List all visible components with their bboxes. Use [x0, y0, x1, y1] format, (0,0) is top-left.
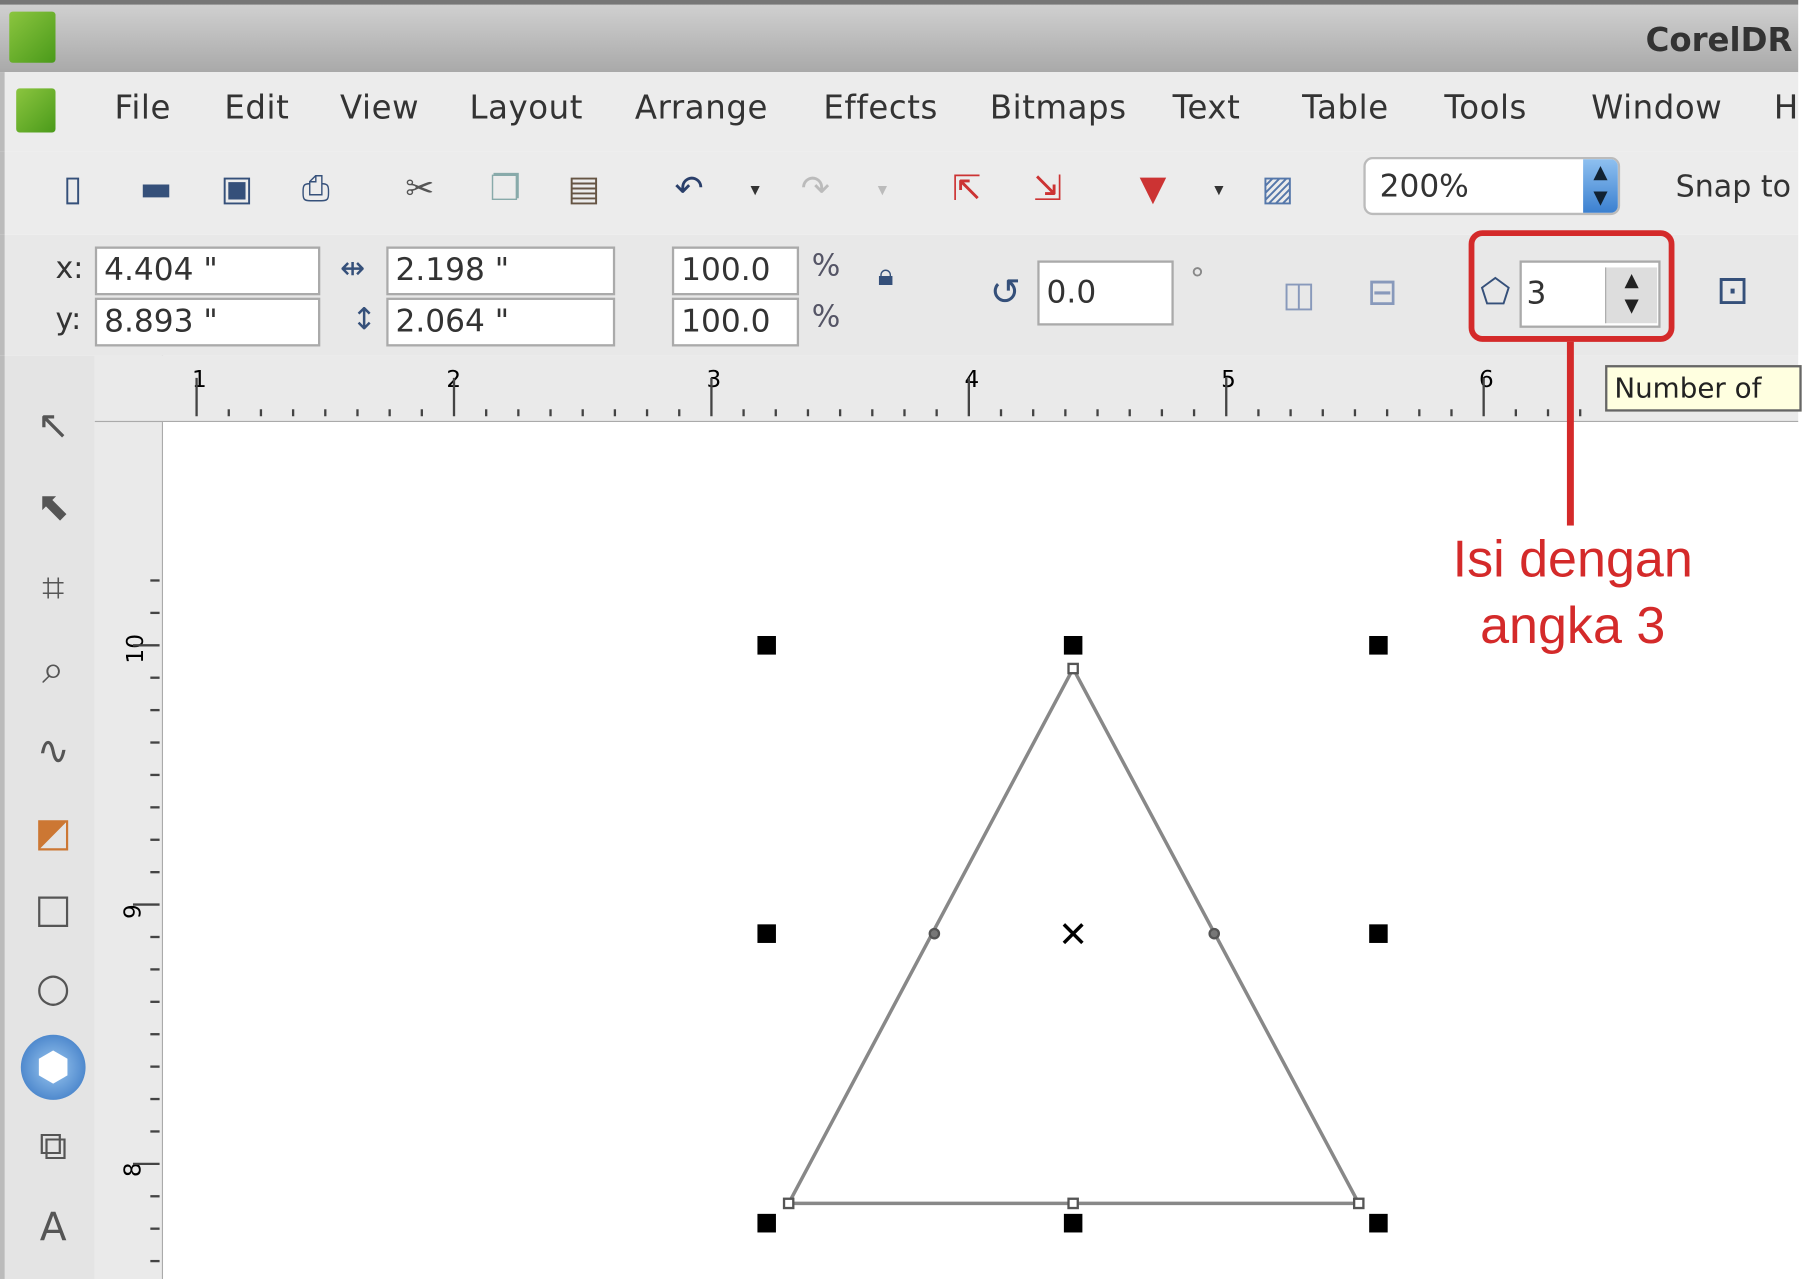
tooltip: Number of [1605, 365, 1802, 412]
node[interactable] [1067, 1197, 1079, 1210]
handle-bottom-right[interactable] [1369, 1213, 1388, 1233]
handle-top[interactable] [1063, 635, 1083, 655]
center-marker-icon [1062, 923, 1084, 945]
callout-line-2: angka 3 [1480, 595, 1666, 655]
node[interactable] [928, 927, 941, 940]
callout-line-1: Isi dengan [1452, 529, 1693, 589]
handle-left[interactable] [757, 924, 776, 943]
callout-highlight-box [1468, 230, 1675, 342]
handle-top-left[interactable] [757, 635, 776, 655]
node[interactable] [782, 1197, 795, 1210]
node[interactable] [1352, 1197, 1365, 1210]
node[interactable] [1208, 927, 1221, 940]
callout-line [1566, 341, 1574, 526]
callout-annotation: Isi dengan angka 3 [1411, 526, 1735, 659]
handle-bottom-left[interactable] [757, 1213, 776, 1233]
handle-bottom[interactable] [1063, 1213, 1083, 1233]
handle-top-right[interactable] [1369, 635, 1388, 655]
node[interactable] [1067, 662, 1079, 675]
handle-right[interactable] [1369, 924, 1388, 943]
